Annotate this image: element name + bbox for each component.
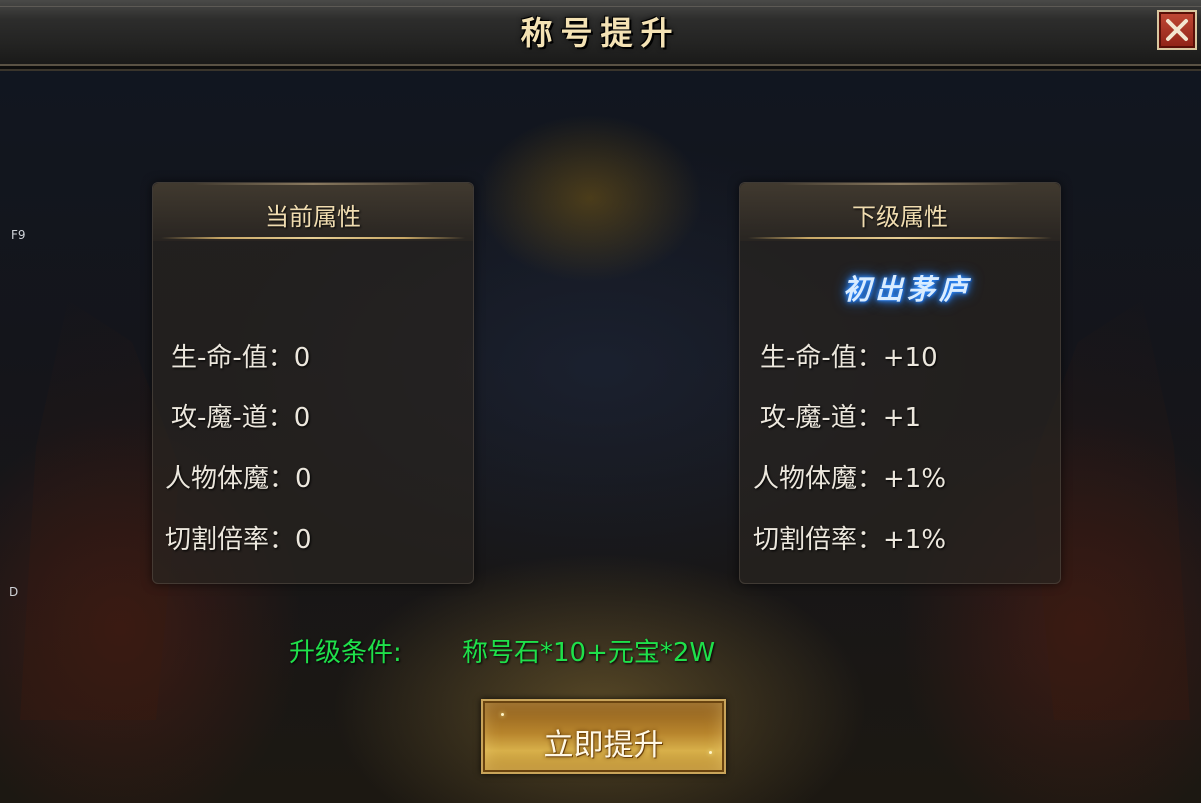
stat-row: 切割倍率：+1% <box>753 519 946 556</box>
stat-row: 攻-魔-道：0 <box>171 397 310 434</box>
stat-label: 攻-魔-道： <box>171 403 294 433</box>
hotkey-label-f9: F9 <box>11 228 26 242</box>
upgrade-condition-value: 称号石*10+元宝*2W <box>462 638 716 668</box>
close-button[interactable] <box>1157 10 1197 50</box>
hotkey-label-d: D <box>9 585 19 599</box>
stat-label: 生-命-值： <box>760 343 883 373</box>
stat-row: 人物体魔：+1% <box>753 458 946 495</box>
close-icon <box>1166 19 1188 41</box>
stat-row: 人物体魔：0 <box>165 458 312 495</box>
stat-row: 切割倍率：0 <box>165 519 312 556</box>
stat-row: 生-命-值：+10 <box>760 337 938 374</box>
stat-row: 生-命-值：0 <box>171 337 310 374</box>
stat-label: 攻-魔-道： <box>760 403 883 433</box>
stat-row: 攻-魔-道：+1 <box>760 397 921 434</box>
stat-label: 切割倍率： <box>165 525 296 555</box>
window-titlebar: 称号提升 <box>0 0 1201 66</box>
stat-value: 0 <box>295 525 312 555</box>
stat-value: +1% <box>883 464 947 494</box>
stat-value: +1% <box>883 525 947 555</box>
panel-title: 下级属性 <box>852 203 948 231</box>
upgrade-condition-label: 升级条件: <box>289 638 402 668</box>
stat-value: 0 <box>293 403 311 433</box>
stat-value: 0 <box>293 343 311 373</box>
stat-label: 切割倍率： <box>753 525 884 555</box>
stat-value: +1 <box>882 403 922 433</box>
stat-value: 0 <box>295 464 312 494</box>
stat-value: +10 <box>882 343 938 373</box>
stat-label: 人物体魔： <box>753 464 884 494</box>
title-badge: 初出茅庐 <box>842 273 971 306</box>
panel-header: 下级属性 <box>740 183 1060 241</box>
panel-header: 当前属性 <box>153 183 473 241</box>
upgrade-button-label: 立即提升 <box>543 728 664 763</box>
stat-label: 人物体魔： <box>165 464 296 494</box>
window-title: 称号提升 <box>520 14 681 52</box>
upgrade-now-button[interactable]: 立即提升 <box>481 699 726 774</box>
panel-title: 当前属性 <box>265 203 361 231</box>
stat-label: 生-命-值： <box>171 343 294 373</box>
